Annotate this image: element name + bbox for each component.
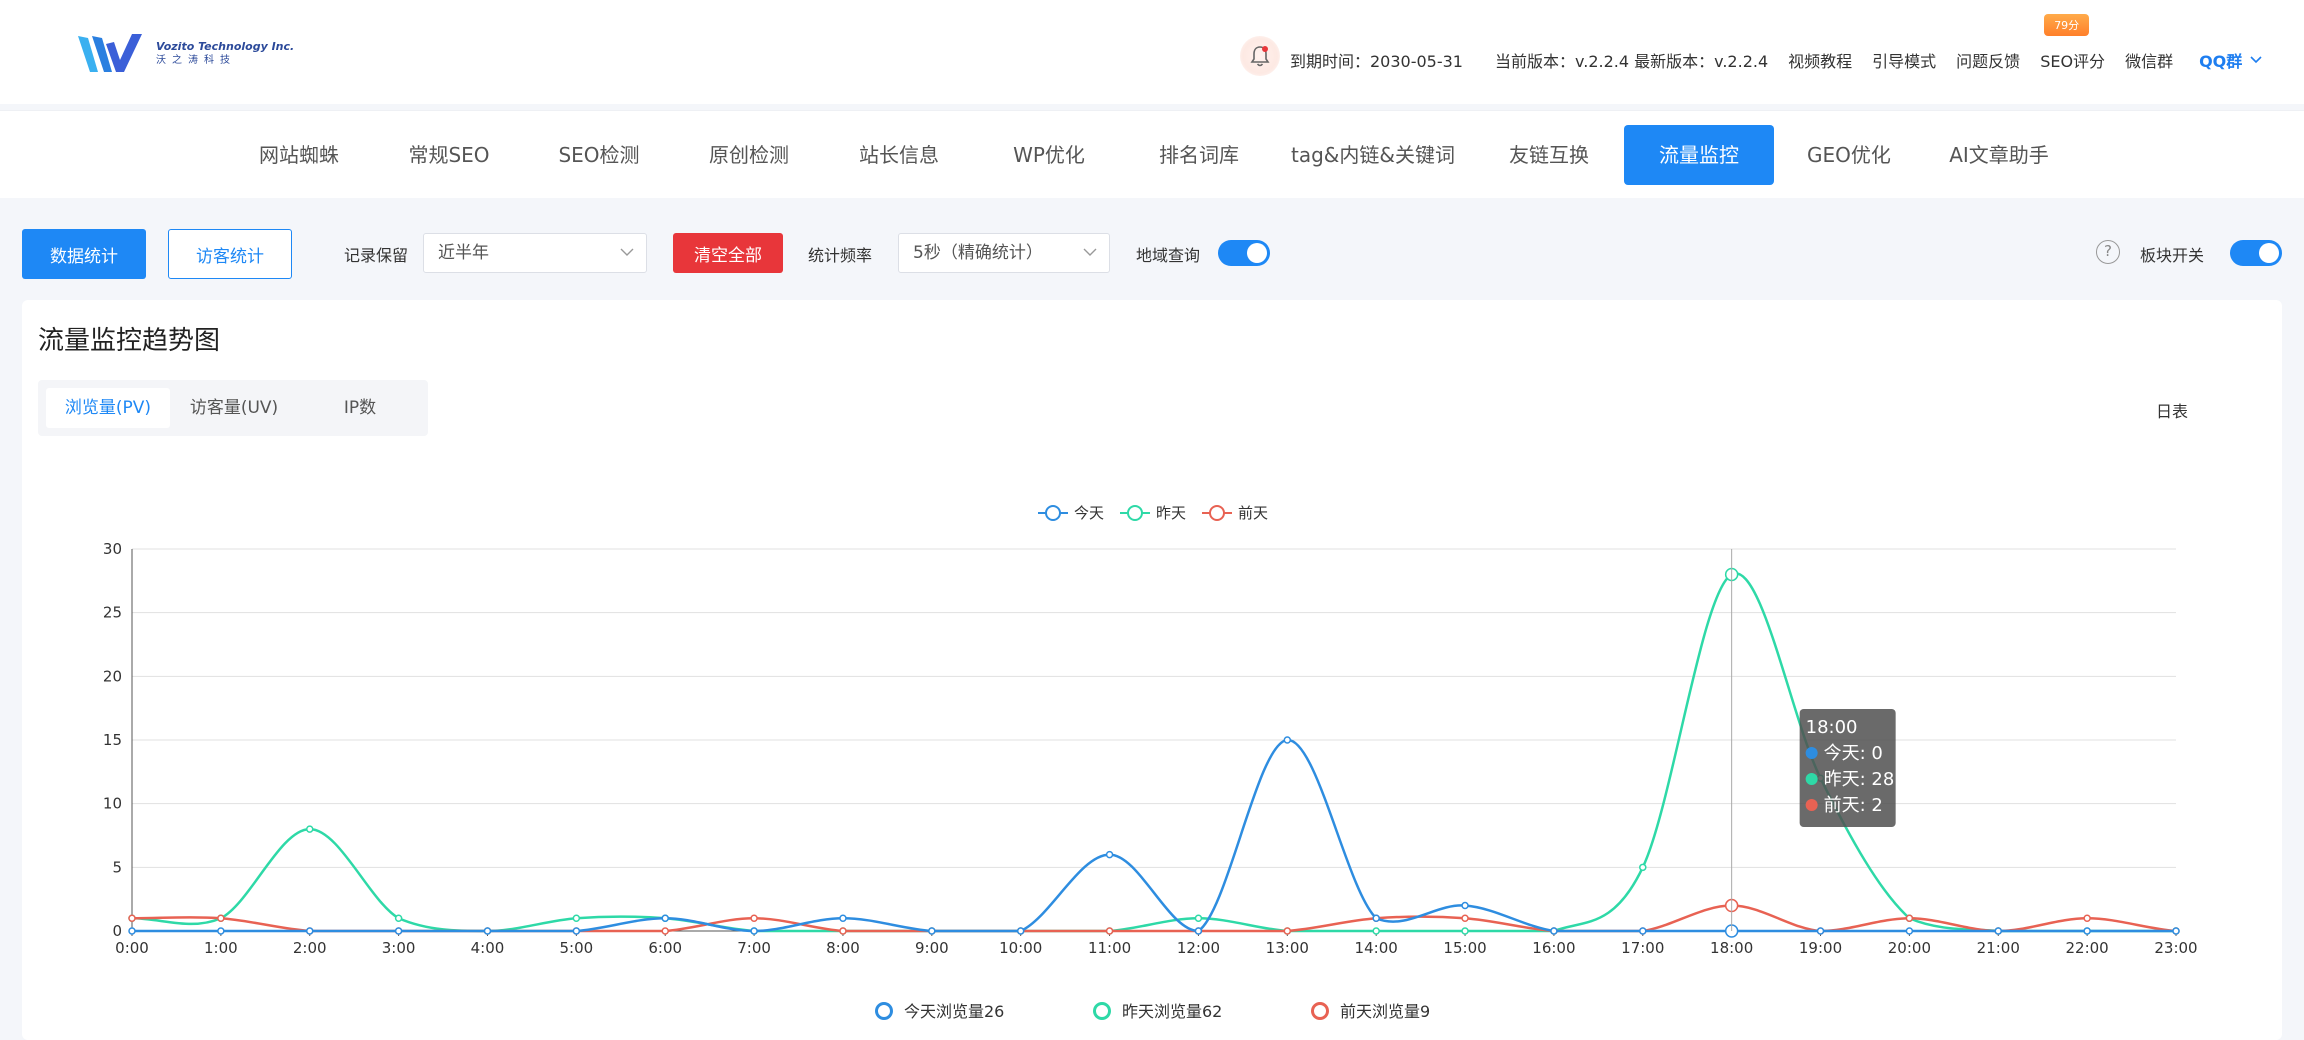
nav-item-ai-writer[interactable]: AI文章助手 [1940, 125, 2058, 185]
link-seo-score[interactable]: SEO评分 79分 [2040, 14, 2106, 72]
nav-item-general-seo[interactable]: 常规SEO [390, 125, 508, 185]
version-info: 当前版本：v.2.2.4 最新版本：v.2.2.4 [1495, 52, 1769, 71]
region-query-label: 地域查询 [1136, 246, 1201, 265]
qq-group-dropdown[interactable]: QQ群 [2199, 48, 2262, 72]
block-switch-toggle[interactable] [2230, 240, 2282, 266]
metric-tabs: 浏览量(PV) 访客量(UV) IP数 [38, 380, 428, 436]
clear-all-button[interactable]: 清空全部 [673, 233, 783, 273]
top-header: Vozito Technology Inc. 沃之涛科技 到期时间：2030-0… [0, 0, 2304, 104]
nav-item-spider[interactable]: 网站蜘蛛 [240, 125, 358, 185]
link-feedback[interactable]: 问题反馈 [1956, 48, 2020, 72]
nav-item-geo-optimize[interactable]: GEO优化 [1790, 125, 1908, 185]
main-nav: 网站蜘蛛 常规SEO SEO检测 原创检测 站长信息 WP优化 排名词库 tag… [0, 110, 2304, 198]
seo-score-label: SEO评分 [2040, 52, 2106, 71]
region-query-toggle[interactable] [1218, 240, 1270, 266]
help-icon[interactable]: ? [2096, 240, 2120, 264]
stat-frequency-label: 统计频率 [808, 246, 873, 265]
chevron-down-icon [2250, 56, 2262, 64]
link-wechat-group[interactable]: 微信群 [2125, 48, 2173, 72]
header-info-bar: 到期时间：2030-05-31 当前版本：v.2.2.4 最新版本：v.2.2.… [1240, 14, 2262, 80]
expiry-date: 到期时间：2030-05-31 [1290, 52, 1463, 71]
link-guide-mode[interactable]: 引导模式 [1872, 48, 1936, 72]
record-retention-label: 记录保留 [344, 246, 409, 265]
nav-item-original-check[interactable]: 原创检测 [690, 125, 808, 185]
brand-name-en: Vozito Technology Inc. [156, 40, 295, 53]
visitor-stats-button[interactable]: 访客统计 [168, 229, 292, 279]
logo-mark-icon [78, 34, 142, 72]
chevron-down-icon [620, 248, 634, 256]
stat-frequency-select[interactable]: 5秒（精确统计） [898, 233, 1110, 273]
traffic-trend-card: 流量监控趋势图 浏览量(PV) 访客量(UV) IP数 日表 [22, 300, 2282, 1040]
tab-uv[interactable]: 访客量(UV) [172, 388, 296, 428]
nav-item-traffic-monitor[interactable]: 流量监控 [1624, 125, 1774, 185]
card-title: 流量监控趋势图 [38, 326, 221, 356]
brand-logo[interactable]: Vozito Technology Inc. 沃之涛科技 [76, 30, 294, 78]
record-retention-value: 近半年 [438, 243, 489, 263]
nav-item-rank-words[interactable]: 排名词库 [1140, 125, 1258, 185]
tab-ip[interactable]: IP数 [298, 388, 422, 428]
brand-name-cn: 沃之涛科技 [156, 55, 236, 66]
stat-frequency-value: 5秒（精确统计） [913, 243, 1043, 263]
nav-item-tag-links[interactable]: tag&内链&关键词 [1288, 125, 1458, 185]
chevron-down-icon [1083, 248, 1097, 256]
data-stats-button[interactable]: 数据统计 [22, 229, 146, 279]
nav-item-friend-links[interactable]: 友链互换 [1490, 125, 1608, 185]
toolbar: 数据统计 访客统计 记录保留 近半年 清空全部 统计频率 5秒（精确统计） 地域… [0, 216, 2304, 292]
nav-item-wp-optimize[interactable]: WP优化 [990, 125, 1108, 185]
link-video-tutorial[interactable]: 视频教程 [1788, 48, 1852, 72]
tab-pv[interactable]: 浏览量(PV) [46, 388, 170, 428]
block-switch-label: 板块开关 [2140, 246, 2205, 265]
seo-score-badge: 79分 [2044, 14, 2090, 36]
nav-item-webmaster-info[interactable]: 站长信息 [840, 125, 958, 185]
record-retention-select[interactable]: 近半年 [423, 233, 647, 273]
daily-report-button[interactable]: 日表 [2156, 398, 2188, 422]
notification-bell-icon[interactable] [1240, 36, 1280, 76]
nav-item-seo-check[interactable]: SEO检测 [540, 125, 658, 185]
qq-group-label: QQ群 [2199, 52, 2243, 71]
